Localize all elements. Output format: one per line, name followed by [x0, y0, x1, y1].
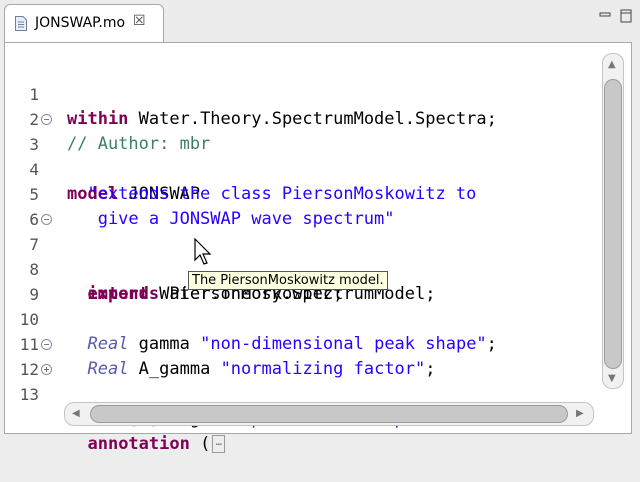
line-7: 7 − import Water.Theory.SpectrumModel; [5, 207, 605, 304]
keyword: annotation [87, 434, 190, 454]
line-17: 17 [5, 381, 605, 395]
folded-annotation-icon[interactable]: … [212, 435, 226, 453]
mouse-pointer-icon [194, 237, 214, 270]
editor-tab[interactable]: JONSWAP.mo ☒ [4, 4, 164, 42]
vertical-scrollbar[interactable]: ▲ ▼ [599, 53, 629, 389]
scroll-right-icon[interactable]: ▶ [576, 408, 584, 419]
fold-collapse-icon[interactable]: − [41, 339, 52, 350]
close-tab-icon[interactable]: ☒ [133, 13, 146, 29]
line-8: 8 extends PiersonMoskowitz; [5, 232, 605, 304]
tooltip: The PiersonMoskowitz model. [188, 271, 388, 290]
editor-tab-bar: JONSWAP.mo ☒ [0, 0, 640, 42]
line-4: 4 "extends the class PiersonMoskowitz to [5, 132, 605, 204]
line-1: 1 within Water.Theory.SpectrumModel.Spec… [5, 57, 605, 129]
line-3: 3 − model JONSWAP [5, 107, 605, 204]
line-6: 6 [5, 182, 605, 229]
maximize-icon[interactable] [620, 8, 632, 27]
code-editor[interactable]: 1 within Water.Theory.SpectrumModel.Spec… [4, 42, 632, 454]
window-buttons [595, 8, 632, 27]
line-2: 2 // Author: mbr [5, 82, 605, 154]
line-13: 13 + annotation (… [5, 357, 605, 454]
horizontal-scroll-thumb[interactable] [90, 405, 568, 423]
fold-collapse-icon[interactable]: − [41, 114, 52, 125]
scroll-left-icon[interactable]: ◀ [72, 408, 80, 419]
minimize-icon[interactable] [599, 8, 611, 27]
tab-title: JONSWAP.mo [35, 15, 126, 31]
fold-expand-icon[interactable]: + [41, 364, 52, 375]
line-5: 5 give a JONSWAP wave spectrum" [5, 157, 605, 229]
fold-collapse-icon[interactable]: − [41, 214, 52, 225]
scroll-up-icon[interactable]: ▲ [608, 59, 616, 70]
vertical-scroll-thumb[interactable] [604, 79, 622, 369]
code-text: ( [189, 434, 211, 454]
scroll-down-icon[interactable]: ▼ [608, 373, 616, 384]
horizontal-scrollbar[interactable]: ◀ ▶ [64, 402, 594, 426]
file-icon [15, 16, 27, 31]
line-11: 11 Real A_gamma "normalizing factor"; [5, 307, 605, 379]
line-12: 12 − Real[N] sigma "spectral width param… [5, 332, 605, 429]
